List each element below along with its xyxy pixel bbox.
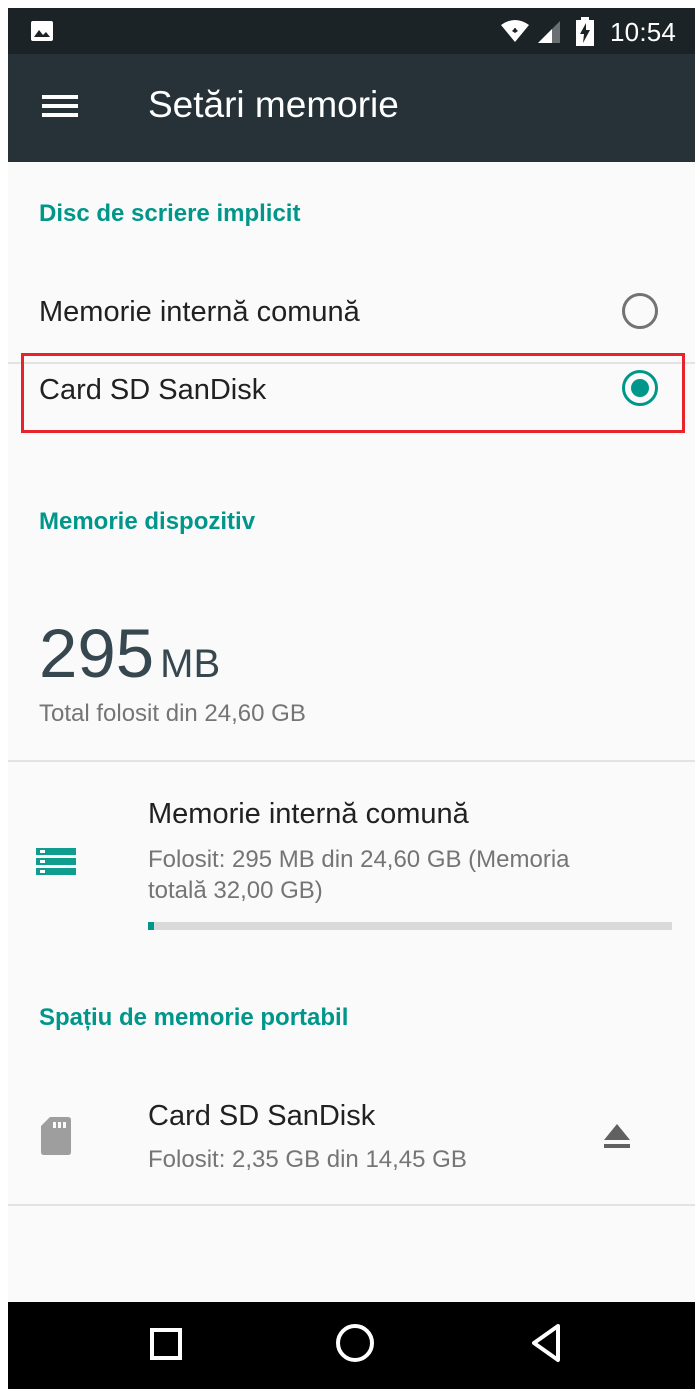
back-triangle-icon[interactable] bbox=[528, 1322, 564, 1364]
screenshot-frame: 10:54 Setări memorie Disc de scriere imp… bbox=[0, 0, 695, 1389]
used-storage-value: 295 bbox=[39, 615, 155, 692]
wifi-icon bbox=[501, 20, 529, 42]
section-header-device-memory: Memorie dispozitiv bbox=[39, 508, 256, 535]
eject-icon[interactable] bbox=[602, 1122, 632, 1150]
internal-storage-summary: Folosit: 295 MB din 24,60 GB (Memoria to… bbox=[148, 844, 570, 906]
selection-highlight-box bbox=[21, 353, 685, 433]
page-title: Setări memorie bbox=[148, 84, 399, 125]
app-toolbar: Setări memorie bbox=[8, 54, 695, 162]
internal-storage-summary-line2: totală 32,00 GB) bbox=[148, 877, 323, 904]
divider bbox=[8, 1204, 695, 1206]
internal-storage-summary-line1: Folosit: 295 MB din 24,60 GB (Memoria bbox=[148, 846, 570, 873]
total-used-text: Total folosit din 24,60 GB bbox=[39, 700, 306, 727]
sd-card-icon bbox=[41, 1117, 71, 1155]
signal-icon bbox=[538, 21, 560, 43]
image-notification-icon bbox=[31, 21, 53, 41]
internal-storage-progress-fill bbox=[148, 922, 155, 930]
radio-internal-memory[interactable] bbox=[622, 293, 658, 329]
section-header-portable-storage: Spațiu de memorie portabil bbox=[39, 1004, 349, 1031]
status-time: 10:54 bbox=[610, 17, 677, 47]
option-internal-memory-label: Memorie internă comună bbox=[39, 296, 360, 328]
storage-icon bbox=[36, 848, 76, 878]
status-bar: 10:54 bbox=[8, 8, 695, 54]
navigation-bar bbox=[8, 1302, 695, 1389]
phone-screen: 10:54 Setări memorie Disc de scriere imp… bbox=[8, 8, 695, 1389]
internal-storage-progress-bar bbox=[148, 922, 672, 930]
recents-square-icon[interactable] bbox=[148, 1326, 184, 1362]
used-storage-total: 295 MB bbox=[39, 614, 220, 693]
used-storage-unit: MB bbox=[160, 642, 221, 686]
section-header-default-write-disk: Disc de scriere implicit bbox=[39, 200, 301, 227]
internal-storage-title: Memorie internă comună bbox=[148, 798, 469, 830]
sd-card-title: Card SD SanDisk bbox=[148, 1100, 376, 1132]
divider bbox=[8, 760, 695, 762]
sd-card-summary: Folosit: 2,35 GB din 14,45 GB bbox=[148, 1146, 467, 1173]
home-circle-icon[interactable] bbox=[334, 1322, 376, 1364]
battery-charging-icon bbox=[576, 17, 594, 46]
hamburger-menu-icon[interactable] bbox=[40, 90, 80, 126]
